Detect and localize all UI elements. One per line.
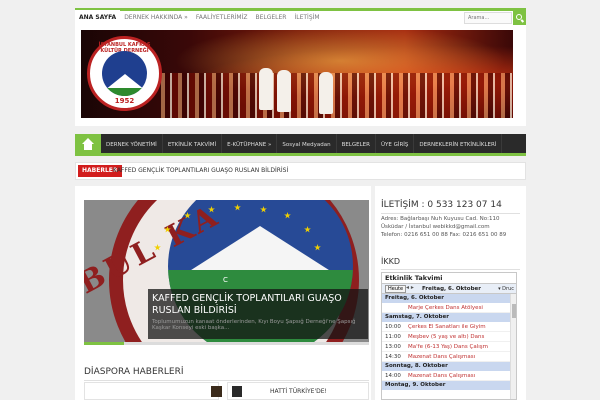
site-logo[interactable]: İSTANBUL KAFKAS KÜLTÜR DERNEĞİ 1952 bbox=[87, 36, 162, 111]
calendar-agenda: Freitag, 6. Oktober Marje Çerkes Dans Atö… bbox=[382, 294, 516, 399]
banner-dancers bbox=[161, 73, 513, 118]
contact-title: İLETİŞİM : 0 533 123 07 14 bbox=[381, 200, 520, 214]
calendar-event-title[interactable]: Mazenat Dans Çalışması bbox=[408, 352, 475, 361]
calendar-event-time: 10:00 bbox=[385, 324, 401, 330]
event-calendar: Etkinlik Takvimi Heute ◂ ▸ Freitag, 6. O… bbox=[381, 272, 517, 400]
calendar-day-header: Freitag, 6. Oktober bbox=[382, 294, 516, 303]
calendar-event-title[interactable]: Meşbev (5 yaş ve altı) Dans bbox=[408, 332, 484, 341]
topnav-activities[interactable]: FAALİYETLERİMİZ bbox=[192, 11, 252, 25]
main-nav: DERNEK YÖNETİMİ ETKİNLİK TAKVİMİ E-KÜTÜP… bbox=[75, 134, 526, 156]
calendar-event-time: 14:00 bbox=[385, 373, 401, 379]
search-icon bbox=[516, 14, 522, 20]
topnav-about[interactable]: DERNEK HAKKINDA » bbox=[120, 11, 192, 25]
calendar-event-title[interactable]: Mazenat Dans Çalışması bbox=[408, 371, 475, 380]
diaspora-card[interactable]: HATTİ TÜRKİYE'DE! bbox=[227, 382, 369, 400]
calendar-event[interactable]: 10:00 Çerkes El Sanatları ile Giyim bbox=[382, 322, 516, 332]
main-content: ANBUL KA ÜR DE C KAFFED GENÇLİK TOPLANTI… bbox=[75, 186, 371, 400]
calendar-event-title[interactable]: Marje Çerkes Dans Atölyesi bbox=[408, 303, 483, 312]
calendar-scrollbar[interactable] bbox=[510, 294, 516, 399]
slide-progress bbox=[84, 342, 369, 345]
ikkd-title: İKKD bbox=[381, 257, 520, 270]
news-ticker: HABERLER KAFFED GENÇLİK TOPLANTILARI GUA… bbox=[75, 162, 526, 180]
topnav-home[interactable]: ANA SAYFA bbox=[75, 8, 121, 25]
slide-excerpt: Toplumumuzun kanaat önderlerinden, Kıyı … bbox=[152, 319, 356, 331]
nav-item-management[interactable]: DERNEK YÖNETİMİ bbox=[101, 134, 163, 153]
search-input[interactable] bbox=[464, 12, 512, 24]
diaspora-thumbnail[interactable] bbox=[232, 386, 242, 397]
contact-address: Adres: Bağlarbaşı Nuh Kuyusu Cad. No:110… bbox=[381, 216, 507, 238]
top-nav: ANA SAYFA DERNEK HAKKINDA » FAALİYETLERİ… bbox=[75, 8, 324, 25]
calendar-day-header: Sonntag, 8. Oktober bbox=[382, 362, 516, 371]
calendar-event-time: 13:00 bbox=[385, 344, 401, 350]
calendar-day-header: Montag, 9. Oktober bbox=[382, 381, 516, 390]
diaspora-card-title[interactable]: HATTİ TÜRKİYE'DE! bbox=[270, 388, 327, 395]
logo-emblem bbox=[102, 51, 147, 96]
logo-year: 1952 bbox=[114, 97, 135, 105]
nav-item-associations[interactable]: DERNEKLERİN ETKİNLİKLERİ bbox=[414, 134, 503, 153]
section-title-diaspora: DİASPORA HABERLERİ bbox=[84, 367, 369, 381]
calendar-title: Etkinlik Takvimi bbox=[385, 274, 443, 282]
nav-item-login[interactable]: ÜYE GİRİŞ bbox=[376, 134, 415, 153]
search-button[interactable] bbox=[513, 11, 526, 25]
sidebar: İLETİŞİM : 0 533 123 07 14 Adres: Bağlar… bbox=[375, 186, 526, 400]
calendar-event-title[interactable]: Çerkes El Sanatları ile Giyim bbox=[408, 322, 486, 331]
banner-dancer bbox=[277, 70, 291, 112]
diaspora-card[interactable] bbox=[84, 382, 222, 400]
site-header: İSTANBUL KAFKAS KÜLTÜR DERNEĞİ 1952 bbox=[75, 25, 526, 126]
calendar-event[interactable]: Marje Çerkes Dans Atölyesi bbox=[382, 303, 516, 313]
nav-item-library[interactable]: E-KÜTÜPHANE » bbox=[222, 134, 278, 153]
slide-title[interactable]: KAFFED GENÇLİK TOPLANTILARI GUAŞO RUSLAN… bbox=[152, 293, 364, 317]
nav-item-calendar[interactable]: ETKİNLİK TAKVİMİ bbox=[163, 134, 223, 153]
banner-dancer bbox=[259, 68, 273, 110]
header-banner: İSTANBUL KAFKAS KÜLTÜR DERNEĞİ 1952 bbox=[81, 30, 513, 118]
calendar-nav-arrows[interactable]: ◂ ▸ bbox=[406, 284, 414, 291]
ticker-headline[interactable]: KAFFED GENÇLİK TOPLANTILARI GUAŞO RUSLAN… bbox=[113, 165, 288, 177]
nav-item-social[interactable]: Sosyal Medyadan bbox=[277, 134, 337, 153]
home-button[interactable] bbox=[75, 134, 101, 156]
slide-loading-icon: C bbox=[223, 276, 228, 284]
diaspora-thumbnail[interactable] bbox=[211, 386, 222, 397]
calendar-event-time: 14:30 bbox=[385, 354, 401, 360]
calendar-event[interactable]: 13:00 Ma'fe (6-13 Yaş) Dans Çalışm bbox=[382, 342, 516, 352]
calendar-event[interactable]: 14:30 Mazenat Dans Çalışması bbox=[382, 352, 516, 362]
calendar-event[interactable]: 11:00 Meşbev (5 yaş ve altı) Dans bbox=[382, 332, 516, 342]
slide-caption[interactable]: KAFFED GENÇLİK TOPLANTILARI GUAŞO RUSLAN… bbox=[148, 289, 368, 339]
calendar-event-time bbox=[382, 303, 408, 312]
calendar-event[interactable]: 14:00 Mazenat Dans Çalışması bbox=[382, 371, 516, 381]
topnav-contact[interactable]: İLETİŞİM bbox=[290, 11, 323, 25]
featured-slider[interactable]: ANBUL KA ÜR DE C KAFFED GENÇLİK TOPLANTI… bbox=[84, 200, 369, 342]
nav-item-documents[interactable]: BELGELER bbox=[337, 134, 376, 153]
calendar-current-date: Freitag, 6. Oktober bbox=[422, 286, 481, 292]
calendar-event-time: 11:00 bbox=[385, 334, 401, 340]
slide-progress-fill bbox=[84, 342, 124, 345]
banner-dancer bbox=[319, 72, 333, 114]
calendar-event-title[interactable]: Ma'fe (6-13 Yaş) Dans Çalışm bbox=[408, 342, 488, 351]
top-bar: ANA SAYFA DERNEK HAKKINDA » FAALİYETLERİ… bbox=[75, 8, 526, 25]
calendar-today-button[interactable]: Heute bbox=[385, 285, 407, 293]
topnav-documents[interactable]: BELGELER bbox=[251, 11, 290, 25]
calendar-day-header: Samstag, 7. Oktober bbox=[382, 313, 516, 322]
calendar-print-button[interactable]: ▾ Druc bbox=[498, 286, 514, 292]
calendar-toolbar: Heute ◂ ▸ Freitag, 6. Oktober ▾ Druc bbox=[382, 283, 516, 294]
